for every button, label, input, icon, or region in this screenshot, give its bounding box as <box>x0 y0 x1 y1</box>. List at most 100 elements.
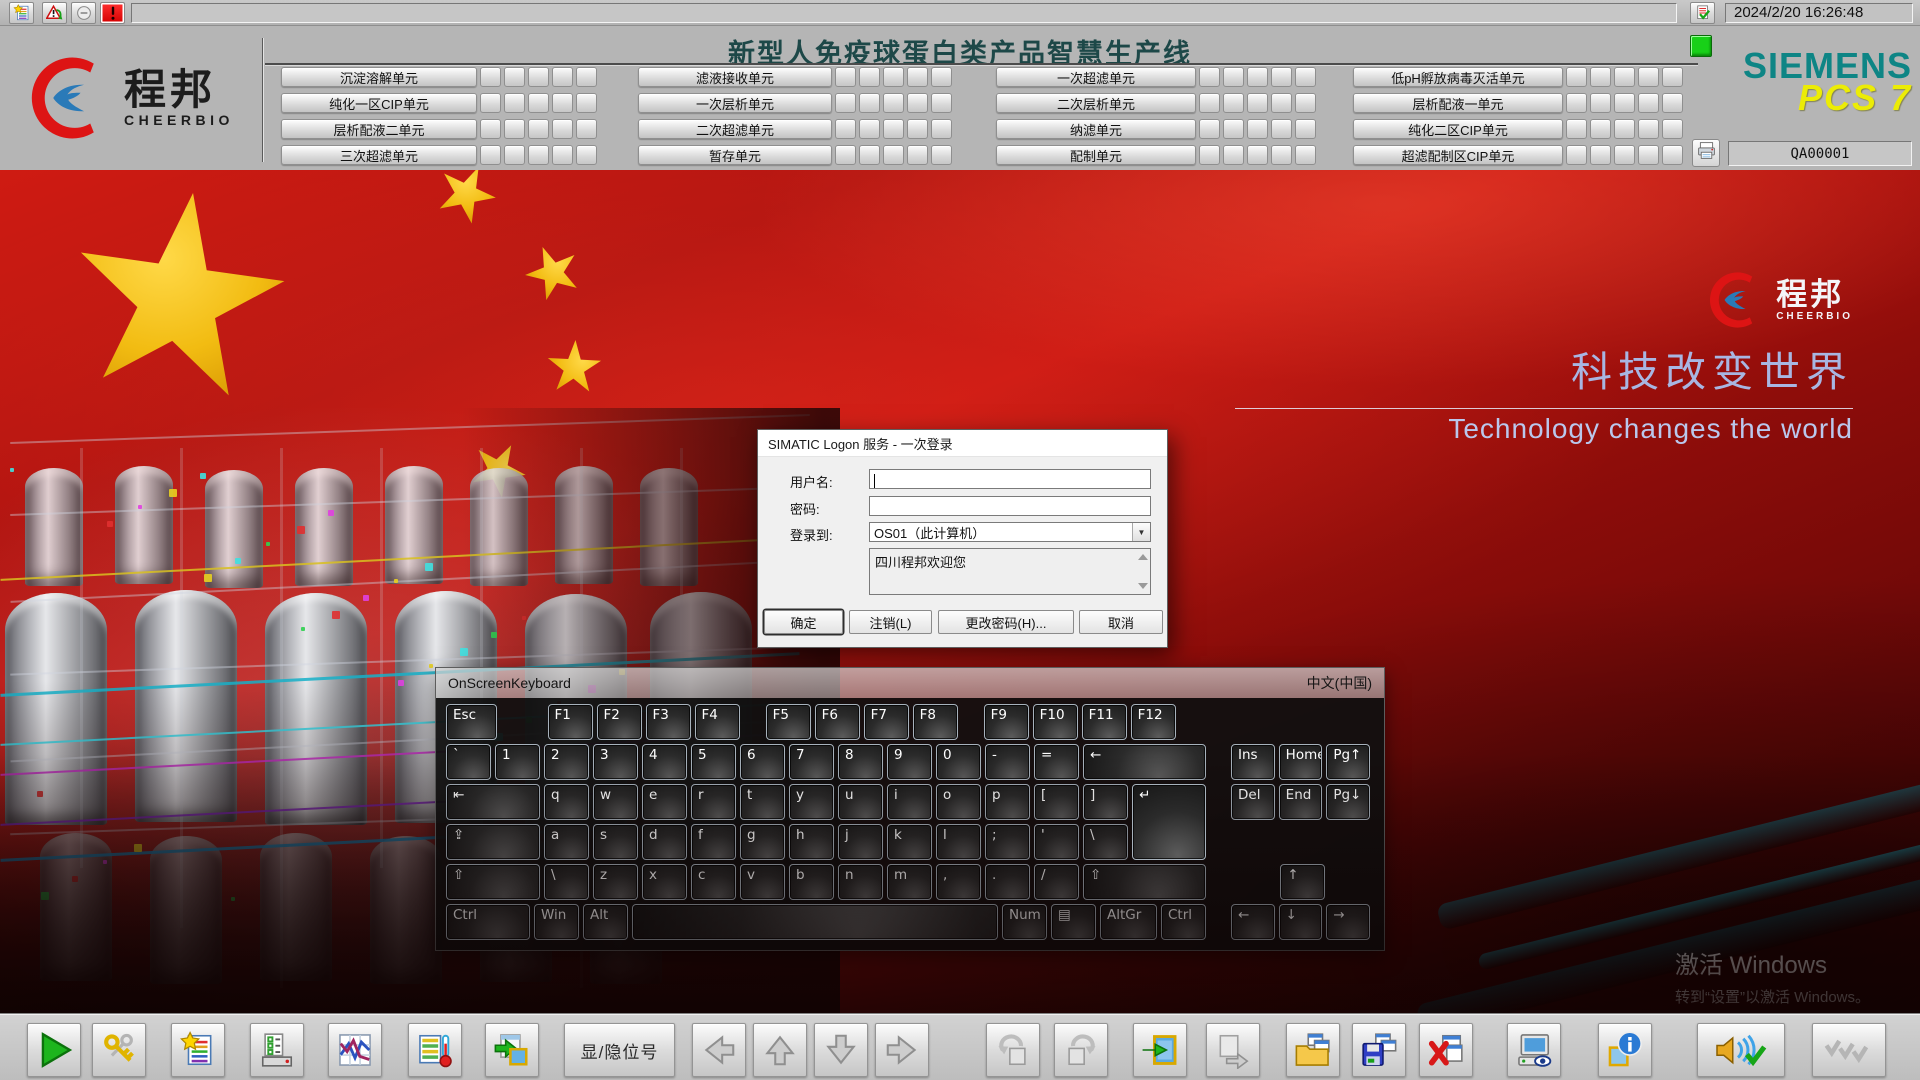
key-0[interactable]: 0 <box>936 744 981 780</box>
unit-indicator-button[interactable] <box>480 119 501 139</box>
key-↑[interactable]: ↑ <box>1280 864 1325 900</box>
unit-indicator-button[interactable] <box>859 67 880 87</box>
key-l[interactable]: l <box>936 824 981 860</box>
unit-indicator-button[interactable] <box>1271 145 1292 165</box>
logon-to-combobox[interactable]: OS01（此计算机） ▼ <box>869 522 1151 542</box>
key-ins[interactable]: Ins <box>1231 744 1275 780</box>
key-f10[interactable]: F10 <box>1033 704 1078 740</box>
key-f[interactable]: f <box>691 824 736 860</box>
measurement-list-button[interactable] <box>408 1023 462 1077</box>
login-keys-button[interactable] <box>92 1023 146 1077</box>
unit-indicator-button[interactable] <box>1247 145 1268 165</box>
unit-indicator-button[interactable] <box>1614 145 1635 165</box>
unit-indicator-button[interactable] <box>1223 145 1244 165</box>
unit-indicator-button[interactable] <box>1638 119 1659 139</box>
key-k[interactable]: k <box>887 824 932 860</box>
unit-indicator-button[interactable] <box>907 119 928 139</box>
unit-indicator-button[interactable] <box>576 67 597 87</box>
picture-info-button[interactable] <box>1598 1023 1652 1077</box>
unit-indicator-button[interactable] <box>835 93 856 113</box>
unit-indicator-button[interactable] <box>931 145 952 165</box>
key-alt[interactable]: Alt <box>583 904 628 940</box>
print-button[interactable] <box>1692 139 1720 167</box>
unit-button[interactable]: 层析配液二单元 <box>281 119 477 139</box>
unit-indicator-button[interactable] <box>1199 67 1220 87</box>
unit-indicator-button[interactable] <box>1566 119 1587 139</box>
unit-button[interactable]: 二次超滤单元 <box>638 119 832 139</box>
key-[[interactable]: [ <box>1034 784 1079 820</box>
key-f1[interactable]: F1 <box>548 704 593 740</box>
unit-indicator-button[interactable] <box>883 93 904 113</box>
key-f2[interactable]: F2 <box>597 704 642 740</box>
key-f6[interactable]: F6 <box>815 704 860 740</box>
key-t[interactable]: t <box>740 784 785 820</box>
unit-indicator-button[interactable] <box>1614 119 1635 139</box>
key-9[interactable]: 9 <box>887 744 932 780</box>
key-del[interactable]: Del <box>1231 784 1275 820</box>
unit-indicator-button[interactable] <box>1662 93 1683 113</box>
unit-indicator-button[interactable] <box>480 145 501 165</box>
key-d[interactable]: d <box>642 824 687 860</box>
key-u[interactable]: u <box>838 784 883 820</box>
key-m[interactable]: m <box>887 864 932 900</box>
unit-indicator-button[interactable] <box>1638 145 1659 165</box>
key-b[interactable]: b <box>789 864 834 900</box>
unit-indicator-button[interactable] <box>528 67 549 87</box>
key-c[interactable]: c <box>691 864 736 900</box>
ack-message-button[interactable] <box>1690 2 1715 24</box>
key-ctrl[interactable]: Ctrl <box>446 904 530 940</box>
unit-indicator-button[interactable] <box>504 145 525 165</box>
picture-forward-button[interactable] <box>1206 1023 1260 1077</box>
unit-indicator-button[interactable] <box>1614 67 1635 87</box>
unit-indicator-button[interactable] <box>1566 93 1587 113</box>
toggle-tag-button[interactable]: 显/隐位号 <box>564 1023 675 1077</box>
key-ctrl[interactable]: Ctrl <box>1161 904 1206 940</box>
unit-indicator-button[interactable] <box>552 145 573 165</box>
unit-button[interactable]: 超滤配制区CIP单元 <box>1353 145 1563 165</box>
unit-indicator-button[interactable] <box>576 93 597 113</box>
unit-indicator-button[interactable] <box>1223 67 1244 87</box>
unit-indicator-button[interactable] <box>1223 93 1244 113</box>
unit-button[interactable]: 低pH孵放病毒灭活单元 <box>1353 67 1563 87</box>
unit-indicator-button[interactable] <box>1662 67 1683 87</box>
unit-indicator-button[interactable] <box>1271 67 1292 87</box>
key-'[interactable]: ' <box>1034 824 1079 860</box>
key-end[interactable]: End <box>1279 784 1323 820</box>
key-a[interactable]: a <box>544 824 589 860</box>
unit-button[interactable]: 滤液接收单元 <box>638 67 832 87</box>
unit-indicator-button[interactable] <box>504 67 525 87</box>
tab-key[interactable]: ⇤ <box>446 784 540 820</box>
unit-indicator-button[interactable] <box>883 145 904 165</box>
acknowledge-all-button[interactable] <box>1812 1023 1886 1077</box>
unit-indicator-button[interactable] <box>1199 145 1220 165</box>
key-2[interactable]: 2 <box>544 744 589 780</box>
key-7[interactable]: 7 <box>789 744 834 780</box>
username-input[interactable] <box>869 469 1151 489</box>
key-num[interactable]: Num <box>1002 904 1047 940</box>
logoff-button[interactable]: 注销(L) <box>849 610 932 634</box>
unit-indicator-button[interactable] <box>528 93 549 113</box>
key-,[interactable]: , <box>936 864 981 900</box>
key-5[interactable]: 5 <box>691 744 736 780</box>
key-e[interactable]: e <box>642 784 687 820</box>
key-p[interactable]: p <box>985 784 1030 820</box>
unit-indicator-button[interactable] <box>1247 93 1268 113</box>
key-v[interactable]: v <box>740 864 785 900</box>
key-`[interactable]: ` <box>446 744 491 780</box>
unit-indicator-button[interactable] <box>883 67 904 87</box>
unit-indicator-button[interactable] <box>907 67 928 87</box>
unit-indicator-button[interactable] <box>1638 67 1659 87</box>
key-→[interactable]: → <box>1326 904 1370 940</box>
key-][interactable]: ] <box>1083 784 1128 820</box>
key-j[interactable]: j <box>838 824 883 860</box>
unit-indicator-button[interactable] <box>907 145 928 165</box>
key-f11[interactable]: F11 <box>1082 704 1127 740</box>
nav-left-button[interactable] <box>692 1023 746 1077</box>
save-layout-button[interactable] <box>1352 1023 1406 1077</box>
unit-indicator-button[interactable] <box>1295 67 1316 87</box>
unit-button[interactable]: 纯化一区CIP单元 <box>281 93 477 113</box>
trend-curves-button[interactable] <box>328 1023 382 1077</box>
key-=[interactable]: = <box>1034 744 1079 780</box>
picture-home-button[interactable] <box>1133 1023 1187 1077</box>
picture-swap-button[interactable] <box>485 1023 539 1077</box>
